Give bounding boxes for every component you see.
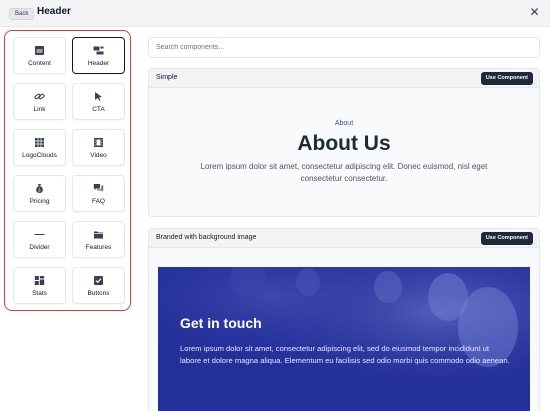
sidebar-item-cta[interactable]: CTA <box>72 83 125 120</box>
sidebar-item-label: Features <box>85 244 112 251</box>
sidebar-item-label: Pricing <box>29 198 50 205</box>
card-title: Simple <box>156 74 178 81</box>
content-icon <box>34 44 46 56</box>
link-icon <box>34 90 46 102</box>
hero-heading: Get in touch <box>180 315 262 331</box>
preview-heading: About Us <box>297 132 391 155</box>
sidebar-item-stats[interactable]: Stats <box>13 267 66 304</box>
component-preview: Get in touch Lorem ipsum dolor sit amet,… <box>149 248 539 411</box>
use-component-button[interactable]: Use Component <box>480 72 533 85</box>
hero-background-image: Get in touch Lorem ipsum dolor sit amet,… <box>158 267 530 411</box>
checkbox-icon <box>93 274 105 286</box>
folder-icon <box>93 228 105 240</box>
sidebar-item-pricing[interactable]: $ Pricing <box>13 175 66 212</box>
sidebar-item-link[interactable]: Link <box>13 83 66 120</box>
svg-text:$: $ <box>38 187 41 192</box>
top-bar: Back Header ✕ <box>0 0 550 27</box>
sidebar-item-label: LogoClouds <box>22 152 57 159</box>
component-card-simple: Simple Use Component About About Us Lore… <box>148 68 540 217</box>
chat-icon <box>93 182 105 194</box>
card-header: Branded with background image Use Compon… <box>149 229 539 248</box>
component-card-branded: Branded with background image Use Compon… <box>148 228 540 411</box>
sidebar-item-label: FAQ <box>91 198 105 205</box>
use-component-button[interactable]: Use Component <box>480 232 533 245</box>
component-preview: About About Us Lorem ipsum dolor sit ame… <box>149 88 539 216</box>
card-header: Simple Use Component <box>149 69 539 88</box>
cursor-icon <box>93 90 105 102</box>
sidebar-item-label: Stats <box>32 290 47 297</box>
sidebar-item-content[interactable]: Content <box>13 37 66 74</box>
sidebar-item-buttons[interactable]: Buttons <box>72 267 125 304</box>
sidebar-item-label: Header <box>87 60 110 67</box>
back-button[interactable]: Back <box>9 8 35 20</box>
hero-text: Lorem ipsum dolor sit amet, consectetur … <box>180 344 510 365</box>
sidebar-item-label: Link <box>33 106 46 113</box>
sidebar-item-label: Video <box>90 152 107 159</box>
page-title: Header <box>37 6 71 17</box>
close-icon[interactable]: ✕ <box>528 6 541 19</box>
preview-text: Lorem ipsum dolor sit amet, consectetur … <box>200 162 488 183</box>
preview-eyebrow: About <box>334 120 354 127</box>
sidebar-item-label: CTA <box>92 106 105 113</box>
background-photo <box>158 267 530 411</box>
sidebar-item-header[interactable]: Header <box>72 37 125 74</box>
sidebar-item-faq[interactable]: FAQ <box>72 175 125 212</box>
sidebar-item-divider[interactable]: Divider <box>13 221 66 258</box>
card-title: Branded with background image <box>156 234 257 241</box>
search-input[interactable] <box>148 37 540 58</box>
grid-icon <box>34 136 46 148</box>
sidebar-item-label: Buttons <box>87 290 110 297</box>
sidebar-item-video[interactable]: Video <box>72 129 125 166</box>
sidebar-item-label: Divider <box>29 244 50 251</box>
divider-icon <box>34 228 46 240</box>
film-icon <box>93 136 105 148</box>
header-icon <box>93 44 105 56</box>
stats-icon <box>34 274 46 286</box>
component-sidebar: Content Header Link CTA LogoClouds Video… <box>4 30 131 311</box>
sidebar-item-logoclouds[interactable]: LogoClouds <box>13 129 66 166</box>
sidebar-item-features[interactable]: Features <box>72 221 125 258</box>
sidebar-item-label: Content <box>28 60 51 67</box>
money-bag-icon: $ <box>34 182 46 194</box>
